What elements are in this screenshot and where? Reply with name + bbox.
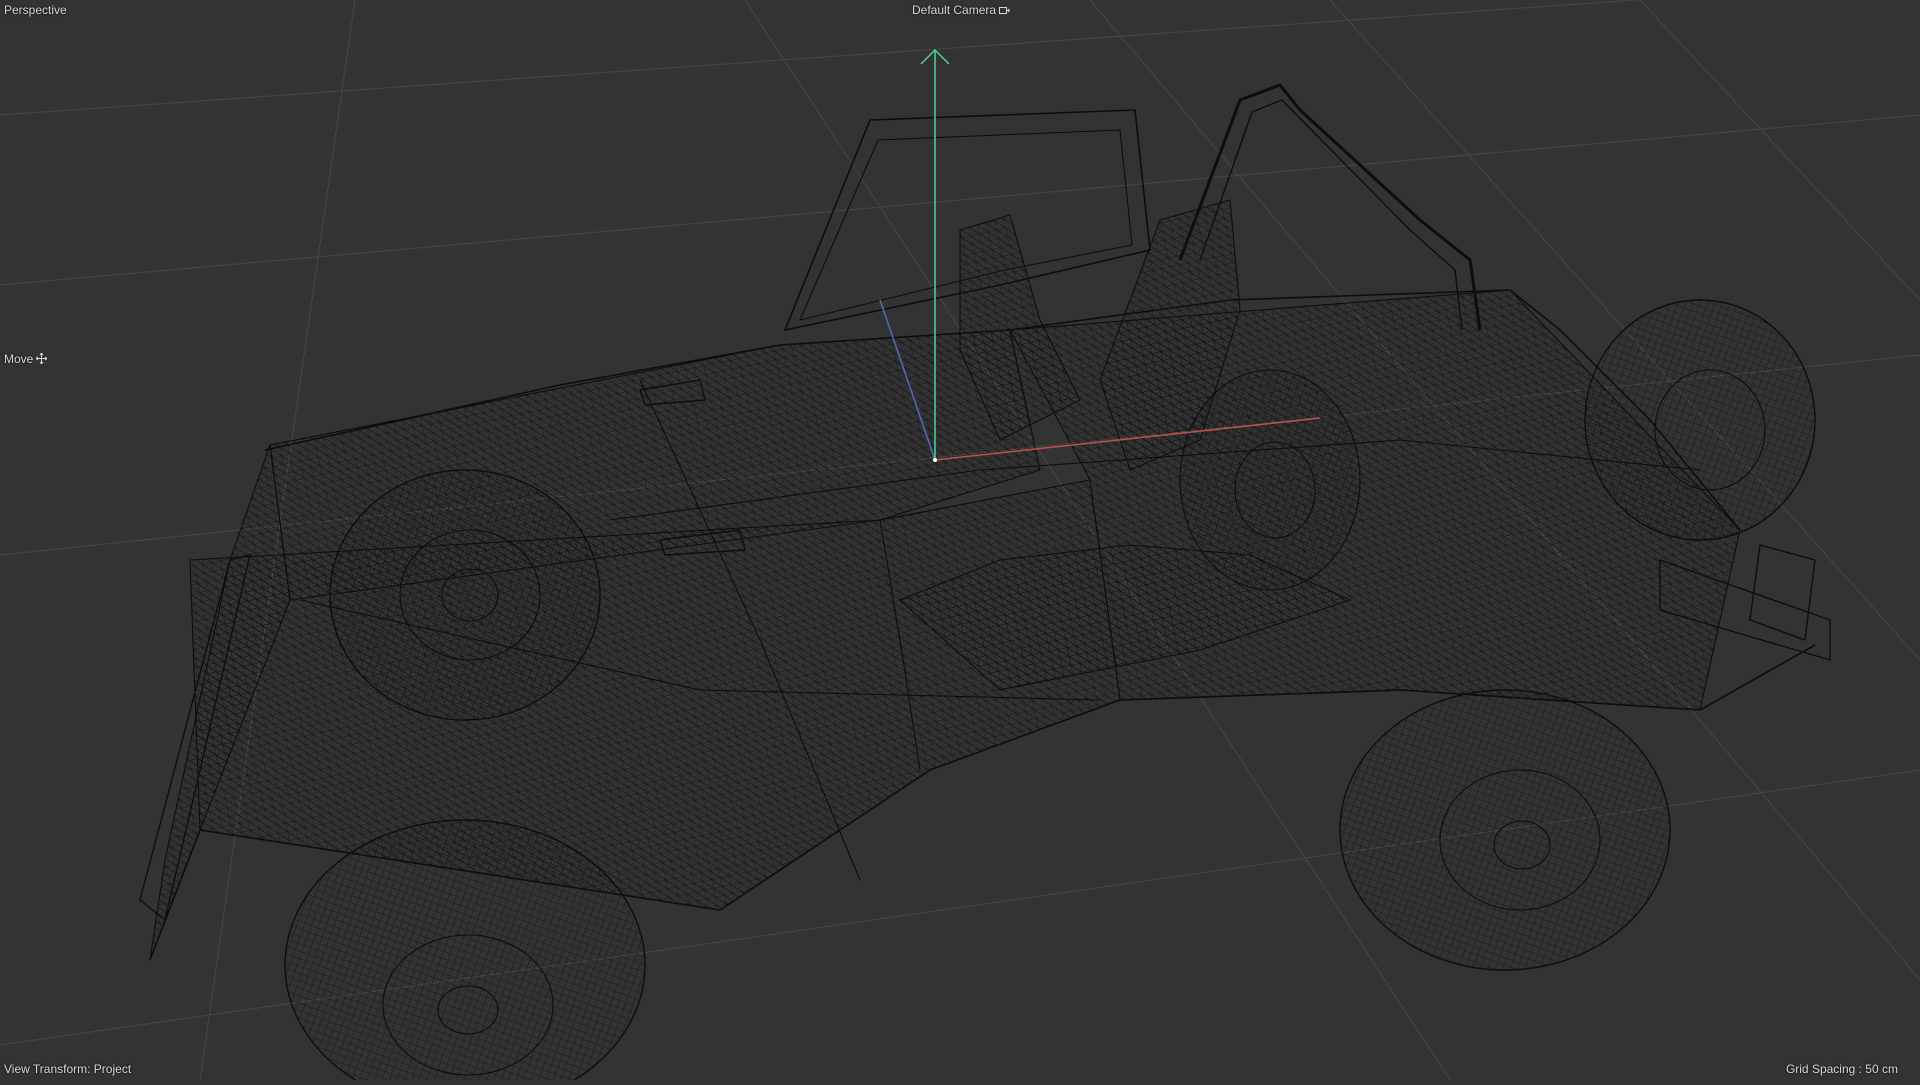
projection-label[interactable]: Perspective: [4, 3, 67, 17]
viewport-scene[interactable]: [0, 0, 1920, 1085]
camera-icon: [999, 4, 1010, 18]
view-transform-label: View Transform: Project: [4, 1062, 132, 1076]
3d-viewport[interactable]: Perspective Default Camera Move View Tra…: [0, 0, 1920, 1085]
grid-spacing-label: Grid Spacing : 50 cm: [1785, 1062, 1898, 1076]
move-icon: [36, 352, 48, 367]
camera-menu[interactable]: Default Camera: [912, 3, 1010, 18]
active-tool[interactable]: Move: [4, 352, 48, 367]
jeep-spare-tire: [1584, 299, 1816, 541]
camera-label: Default Camera: [912, 3, 997, 17]
jeep-front-left-wheel: [329, 469, 601, 721]
tool-label: Move: [4, 352, 34, 366]
gizmo-origin[interactable]: [933, 458, 937, 462]
jeep-rear-right-wheel: [1339, 689, 1671, 971]
